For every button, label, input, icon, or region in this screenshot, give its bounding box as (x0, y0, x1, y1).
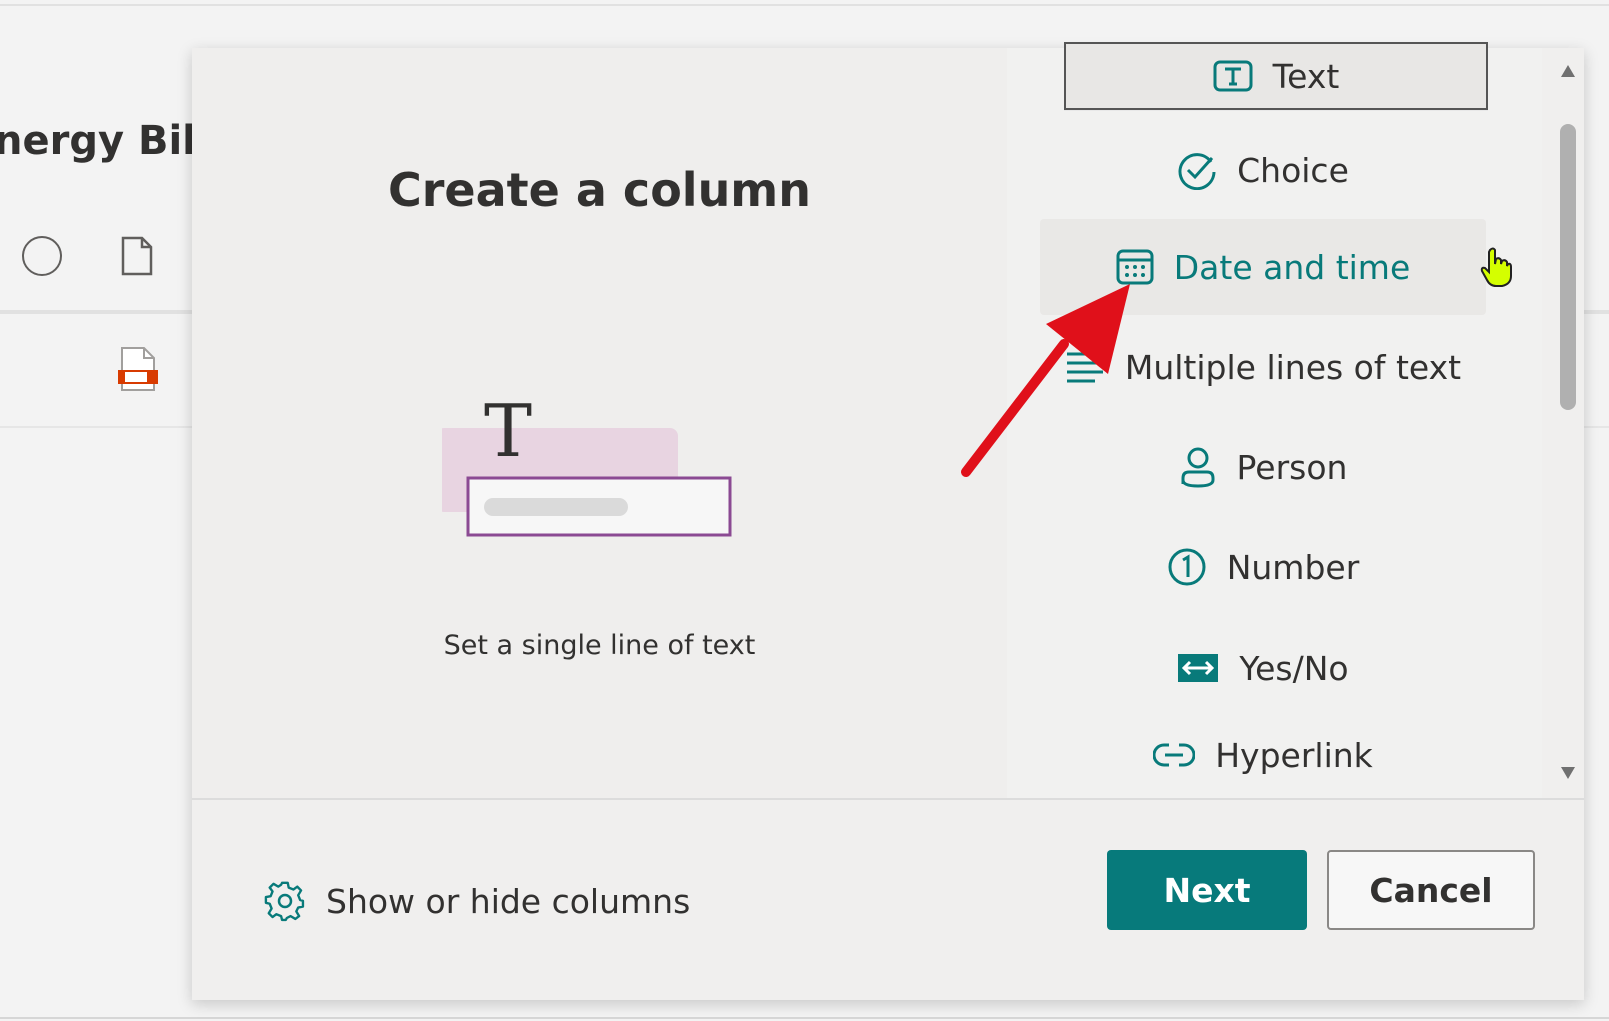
column-type-label: Text (1272, 56, 1340, 96)
column-type-text[interactable]: Text (1064, 42, 1488, 110)
gear-icon (264, 881, 305, 922)
footer-divider (192, 798, 1584, 800)
text-field-illustration: T (442, 389, 732, 537)
column-type-label: Choice (1237, 150, 1349, 190)
link-icon (1153, 743, 1196, 767)
dialog-title: Create a column (387, 163, 811, 217)
check-circle-icon (1178, 153, 1216, 190)
column-type-label: Date and time (1173, 247, 1411, 287)
scroll-down-arrow-icon[interactable] (1560, 766, 1576, 780)
scrollbar-thumb[interactable] (1560, 124, 1576, 410)
red-annotation-arrow-icon (961, 284, 1130, 477)
pdf-file-icon[interactable] (116, 346, 160, 392)
text-box-icon (1213, 60, 1253, 92)
select-all-circle[interactable] (22, 236, 62, 276)
bottom-divider (0, 1017, 1609, 1019)
scroll-up-arrow-icon[interactable] (1560, 64, 1576, 78)
show-hide-columns-label: Show or hide columns (326, 881, 691, 921)
number-one-icon (1168, 548, 1206, 586)
column-type-label: Number (1226, 547, 1360, 587)
file-type-icon (121, 236, 153, 276)
column-type-label: Person (1236, 447, 1348, 487)
column-type-description: Set a single line of text (443, 630, 756, 661)
next-button[interactable]: Next (1107, 850, 1307, 930)
column-type-label: Yes/No (1239, 648, 1349, 688)
column-type-yes-no[interactable]: Yes/No (1040, 620, 1486, 716)
preview-pane: Create a column T Set a single line of t… (192, 48, 1007, 798)
column-type-number[interactable]: Number (1040, 519, 1486, 615)
person-icon (1181, 447, 1215, 488)
top-divider (0, 4, 1609, 6)
toggle-icon (1178, 654, 1219, 682)
cancel-button[interactable]: Cancel (1327, 850, 1535, 930)
column-type-hyperlink[interactable]: Hyperlink (1040, 720, 1486, 790)
show-hide-columns-link[interactable]: Show or hide columns (264, 880, 690, 922)
hand-pointer-cursor-icon (1480, 247, 1512, 287)
column-type-label: Multiple lines of text (1124, 347, 1462, 387)
svg-text:T: T (484, 389, 532, 473)
column-type-label: Hyperlink (1215, 735, 1373, 775)
column-type-choice[interactable]: Choice (1040, 122, 1486, 218)
